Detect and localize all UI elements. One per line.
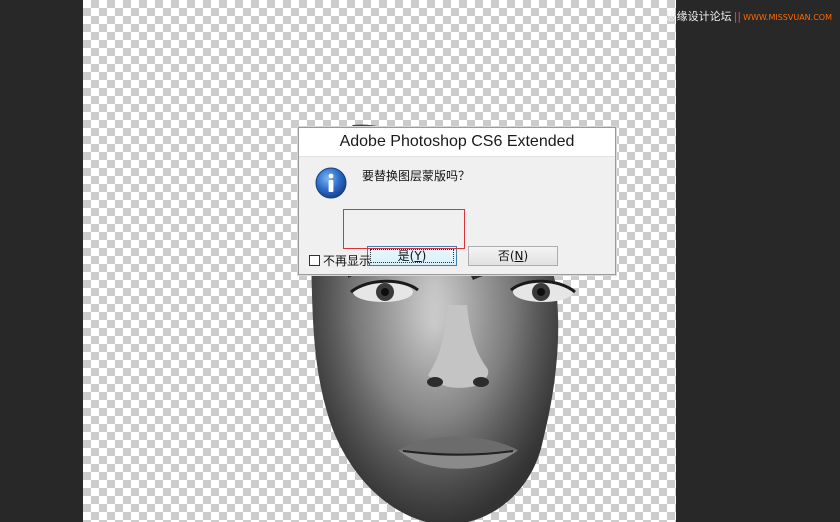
dont-show-checkbox[interactable] <box>309 255 320 266</box>
workspace-left-pasteboard <box>0 0 83 522</box>
dialog-title[interactable]: Adobe Photoshop CS6 Extended <box>299 128 615 157</box>
workspace-right-pasteboard <box>676 0 840 522</box>
dont-show-again-option[interactable]: 不再显示 <box>309 252 371 269</box>
no-button-label: 否( <box>497 249 515 263</box>
watermark-url: WWW.MISSVUAN.COM <box>743 13 832 22</box>
dont-show-label: 不再显示 <box>323 254 372 268</box>
watermark-separator: || <box>733 10 742 23</box>
info-icon <box>315 167 347 199</box>
no-button[interactable]: 否(N) <box>468 246 558 266</box>
yes-button[interactable]: 是(Y) <box>367 246 457 266</box>
watermark-site-name: 思缘设计论坛 <box>665 10 732 23</box>
dialog-message: 要替换图层蒙版吗？ <box>362 169 471 183</box>
photoshop-workspace: 思缘设计论坛 || WWW.MISSVUAN.COM Adobe Photoshop… <box>0 0 840 522</box>
focus-ring <box>370 249 454 263</box>
no-button-suffix: ) <box>523 249 529 263</box>
watermark: 思缘设计论坛 || WWW.MISSVUAN.COM <box>666 8 832 24</box>
